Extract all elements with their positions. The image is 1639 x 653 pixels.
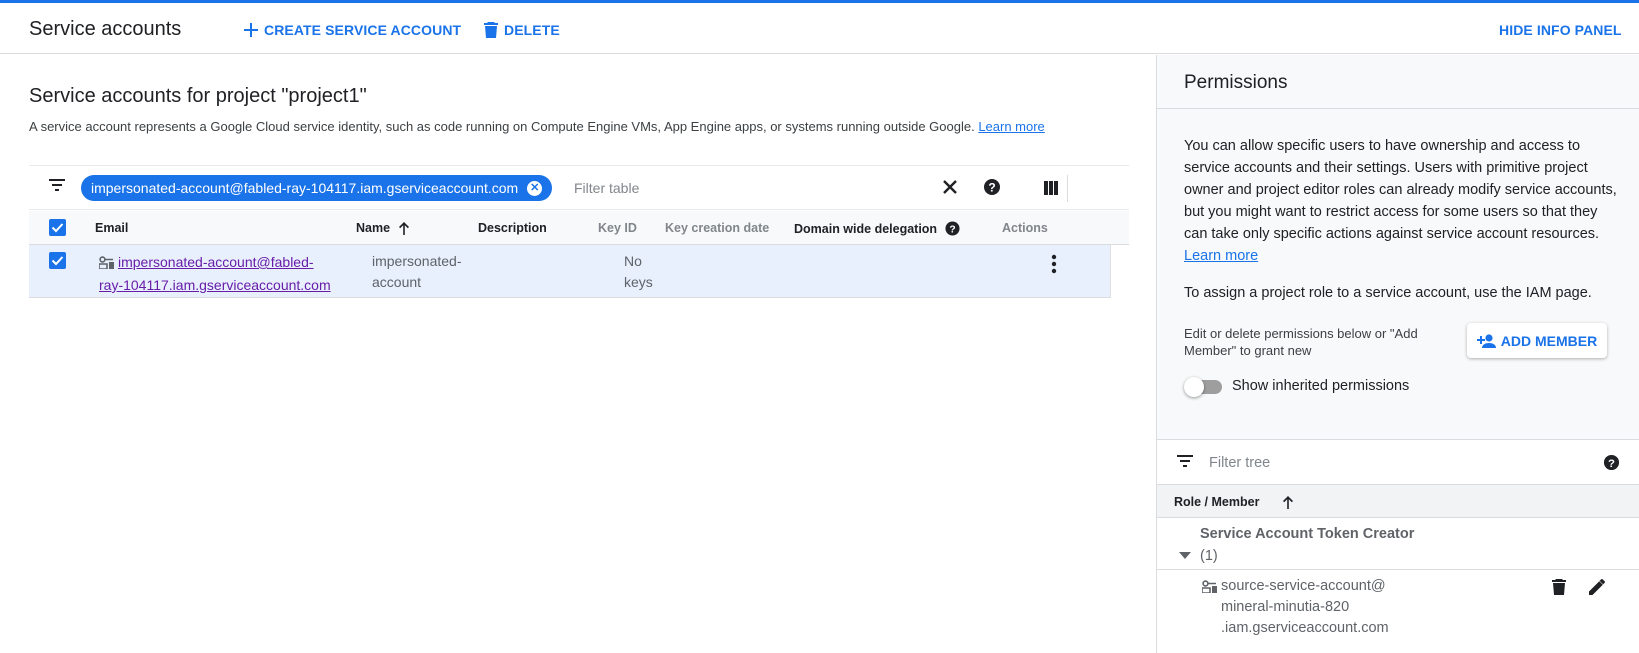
more-actions-icon[interactable] xyxy=(1051,254,1057,274)
description-text: A service account represents a Google Cl… xyxy=(29,119,975,134)
column-header-actions: Actions xyxy=(1002,221,1048,235)
sort-ascending-icon xyxy=(398,222,409,235)
filter-tree-input[interactable] xyxy=(1209,452,1569,474)
plus-icon xyxy=(244,23,258,37)
caret-down-icon[interactable] xyxy=(1179,552,1191,559)
check-icon xyxy=(51,223,64,233)
key-line-1: No xyxy=(624,253,642,269)
add-member-button[interactable]: ADD MEMBER xyxy=(1467,323,1607,358)
help-icon[interactable]: ? xyxy=(1603,454,1620,471)
email-line-2: ray-104117.iam.gserviceaccount.com xyxy=(99,277,331,293)
check-icon xyxy=(51,256,64,266)
column-display-icon[interactable] xyxy=(1043,180,1059,196)
trash-icon xyxy=(484,22,498,38)
filter-table-input[interactable] xyxy=(574,175,934,201)
column-header-dwd-label: Domain wide delegation xyxy=(794,222,938,236)
panel-learn-more-link[interactable]: Learn more xyxy=(1184,248,1258,264)
svg-text:?: ? xyxy=(988,181,995,195)
key-line-2: keys xyxy=(624,274,653,290)
column-header-name-label: Name xyxy=(356,221,391,235)
hide-info-panel-button[interactable]: HIDE INFO PANEL xyxy=(1499,18,1622,42)
help-icon[interactable]: ? xyxy=(983,178,1001,196)
role-member-header-label: Role / Member xyxy=(1174,495,1260,509)
section-description: A service account represents a Google Cl… xyxy=(29,119,1045,134)
info-panel: Permissions You can allow specific users… xyxy=(1156,55,1639,653)
create-service-account-label: CREATE SERVICE ACCOUNT xyxy=(264,22,462,38)
role-name: Service Account Token Creator xyxy=(1200,526,1415,542)
help-icon[interactable]: ? xyxy=(945,221,960,236)
table-header: Email Name Description Key ID Key creati… xyxy=(29,211,1129,245)
column-header-name[interactable]: Name xyxy=(356,221,410,235)
assign-role-note: To assign a project role to a service ac… xyxy=(1184,285,1592,301)
show-inherited-permissions-toggle[interactable] xyxy=(1184,375,1224,399)
filter-icon xyxy=(49,179,65,191)
column-header-key-creation-date: Key creation date xyxy=(665,221,770,235)
table-scrollbar[interactable] xyxy=(1110,245,1129,298)
filter-icon xyxy=(1177,455,1193,467)
email-line-1: impersonated-account@fabled- xyxy=(118,254,314,270)
role-row[interactable]: Service Account Token Creator (1) xyxy=(1157,518,1639,570)
main-content: Service accounts for project "project1" … xyxy=(0,55,1155,653)
create-service-account-button[interactable]: CREATE SERVICE ACCOUNT xyxy=(244,18,461,42)
page-title: Service accounts xyxy=(29,18,182,40)
column-header-description[interactable]: Description xyxy=(478,221,547,235)
section-heading: Service accounts for project "project1" xyxy=(29,85,367,107)
clear-filter-icon[interactable] xyxy=(941,178,959,196)
member-name: source-service-account@ mineral-minutia-… xyxy=(1221,576,1421,639)
filter-chip-label: impersonated-account@fabled-ray-104117.i… xyxy=(91,180,519,196)
service-account-email-link[interactable]: impersonated-account@fabled- ray-104117.… xyxy=(98,251,344,297)
panel-title: Permissions xyxy=(1184,72,1288,93)
column-header-key-id: Key ID xyxy=(598,221,637,235)
column-header-domain-wide-delegation: Domain wide delegation ? xyxy=(794,221,960,236)
chip-remove-icon[interactable]: ✕ xyxy=(527,181,543,196)
delete-button[interactable]: DELETE xyxy=(484,18,560,42)
row-checkbox[interactable] xyxy=(49,252,66,269)
sort-ascending-icon xyxy=(1283,496,1293,509)
member-line-3: .iam.gserviceaccount.com xyxy=(1221,620,1389,636)
select-all-checkbox[interactable] xyxy=(49,219,66,236)
service-account-icon xyxy=(98,256,114,270)
column-header-email[interactable]: Email xyxy=(95,221,128,235)
member-row: source-service-account@ mineral-minutia-… xyxy=(1157,570,1639,653)
edit-permissions-note: Edit or delete permissions below or "Add… xyxy=(1184,326,1418,358)
learn-more-link[interactable]: Learn more xyxy=(978,119,1044,134)
role-member-count: (1) xyxy=(1200,548,1218,564)
panel-divider xyxy=(1157,108,1639,109)
key-id-cell: No keys xyxy=(624,251,664,293)
svg-text:?: ? xyxy=(1608,458,1615,470)
svg-text:?: ? xyxy=(949,224,955,235)
show-inherited-permissions-label: Show inherited permissions xyxy=(1232,378,1410,394)
filter-chip[interactable]: impersonated-account@fabled-ray-104117.i… xyxy=(81,175,553,201)
delete-member-icon[interactable] xyxy=(1552,579,1566,595)
delete-label: DELETE xyxy=(504,22,560,38)
page-header: Service accounts CREATE SERVICE ACCOUNT … xyxy=(0,3,1639,54)
panel-intro: You can allow specific users to have own… xyxy=(1184,135,1624,267)
toolbar-separator xyxy=(1067,175,1068,202)
hide-info-panel-label: HIDE INFO PANEL xyxy=(1499,22,1622,38)
service-account-icon xyxy=(1202,580,1217,593)
panel-intro-text: You can allow specific users to have own… xyxy=(1184,138,1617,242)
toggle-knob xyxy=(1184,377,1204,397)
role-member-header[interactable]: Role / Member xyxy=(1157,485,1639,518)
add-person-icon xyxy=(1476,333,1496,348)
member-line-2: mineral-minutia-820 xyxy=(1221,599,1350,615)
name-line-2: account xyxy=(372,274,422,290)
name-cell: impersonated- account xyxy=(372,251,482,293)
add-member-label: ADD MEMBER xyxy=(1500,332,1598,349)
name-line-1: impersonated- xyxy=(372,253,462,269)
table-row[interactable]: impersonated-account@fabled- ray-104117.… xyxy=(29,245,1129,298)
edit-member-icon[interactable] xyxy=(1589,579,1605,595)
member-line-1: source-service-account@ xyxy=(1221,578,1386,594)
table-filter-bar: impersonated-account@fabled-ray-104117.i… xyxy=(29,165,1129,210)
tree-filter-bar: ? xyxy=(1157,439,1639,485)
